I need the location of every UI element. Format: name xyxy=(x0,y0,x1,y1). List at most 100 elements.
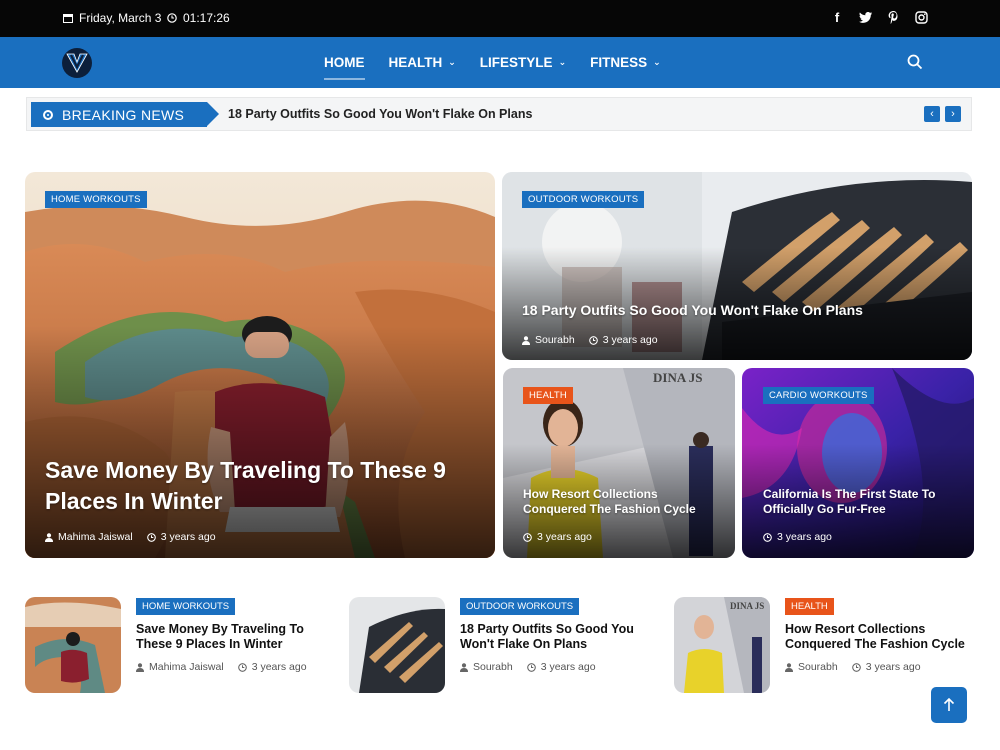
facebook-icon[interactable]: f xyxy=(830,10,844,25)
time-meta: 3 years ago xyxy=(146,531,216,543)
list-title[interactable]: 18 Party Outfits So Good You Won't Flake… xyxy=(460,622,660,652)
clock-icon xyxy=(763,532,772,542)
post-time: 3 years ago xyxy=(251,661,307,673)
author-name[interactable]: Mahima Jaiswal xyxy=(58,531,133,543)
top-bar: Friday, March 3 01:17:26 f xyxy=(0,0,1000,37)
author-meta: Mahima Jaiswal xyxy=(136,661,224,673)
category-badge[interactable]: HEALTH xyxy=(785,598,834,615)
clothes-rack-thumbnail xyxy=(349,597,445,693)
featured-bottom-right-card[interactable]: CARDIO WORKOUTS California Is The First … xyxy=(742,368,974,558)
chevron-down-icon: ⌄ xyxy=(448,57,456,67)
nav-item-label: HEALTH xyxy=(388,55,443,70)
nav-item-lifestyle[interactable]: LIFESTYLE ⌄ xyxy=(480,37,566,88)
category-badge[interactable]: OUTDOOR WORKOUTS xyxy=(460,598,580,615)
nav-item-fitness[interactable]: FITNESS ⌄ xyxy=(590,37,661,88)
runway-model-thumbnail: DINA JS xyxy=(674,597,770,693)
card-meta: 3 years ago xyxy=(763,531,832,543)
nav-item-label: HOME xyxy=(324,55,365,70)
post-time: 3 years ago xyxy=(540,661,596,673)
ticker-controls: ‹ › xyxy=(924,106,961,122)
date-display: Friday, March 3 xyxy=(63,11,161,25)
author-meta: Mahima Jaiswal xyxy=(45,531,133,543)
list-meta: Mahima Jaiswal 3 years ago xyxy=(136,661,307,673)
nav-item-health[interactable]: HEALTH ⌄ xyxy=(389,37,456,88)
category-badge[interactable]: HOME WORKOUTS xyxy=(45,191,147,208)
list-item: HOME WORKOUTS Save Money By Traveling To… xyxy=(25,597,335,693)
nav-item-home[interactable]: HOME xyxy=(324,37,365,88)
live-dot-icon xyxy=(43,109,53,120)
user-icon xyxy=(45,532,53,542)
nav-item-label: FITNESS xyxy=(590,55,648,70)
list-thumbnail[interactable]: DINA JS xyxy=(674,597,770,693)
post-time: 3 years ago xyxy=(160,531,216,543)
list-title[interactable]: Save Money By Traveling To These 9 Place… xyxy=(136,622,336,652)
card-title[interactable]: 18 Party Outfits So Good You Won't Flake… xyxy=(522,301,962,319)
author-name[interactable]: Sourabh xyxy=(798,661,838,673)
user-icon xyxy=(522,335,530,345)
featured-main-card[interactable]: HOME WORKOUTS Save Money By Traveling To… xyxy=(25,172,495,558)
author-meta: Sourabh xyxy=(460,661,513,673)
prev-arrow-icon[interactable]: ‹ xyxy=(924,106,940,122)
post-time: 3 years ago xyxy=(537,531,592,543)
card-title[interactable]: How Resort Collections Conquered The Fas… xyxy=(523,487,723,517)
time-meta: 3 years ago xyxy=(588,334,658,346)
card-meta: 3 years ago xyxy=(523,531,592,543)
user-icon xyxy=(136,662,144,672)
list-meta: Sourabh 3 years ago xyxy=(785,661,921,673)
clock-icon xyxy=(146,532,156,542)
time-meta: 3 years ago xyxy=(763,531,832,543)
featured-bottom-left-card[interactable]: DINA JS HEALTH How Resort Collections Co… xyxy=(503,368,735,558)
card-overlay xyxy=(25,326,495,558)
clock-icon xyxy=(237,662,247,672)
time-meta: 3 years ago xyxy=(526,661,596,673)
author-meta: Sourabh xyxy=(785,661,838,673)
breaking-headline[interactable]: 18 Party Outfits So Good You Won't Flake… xyxy=(228,107,532,121)
clock-icon xyxy=(523,532,532,542)
featured-top-right-card[interactable]: OUTDOOR WORKOUTS 18 Party Outfits So Goo… xyxy=(502,172,972,360)
list-title[interactable]: How Resort Collections Conquered The Fas… xyxy=(785,622,985,652)
category-badge[interactable]: CARDIO WORKOUTS xyxy=(763,387,874,404)
search-icon[interactable] xyxy=(906,53,924,71)
category-badge[interactable]: HEALTH xyxy=(523,387,573,404)
category-badge[interactable]: OUTDOOR WORKOUTS xyxy=(522,191,645,208)
list-item: DINA JS HEALTH How Resort Collections Co… xyxy=(674,597,984,693)
time-meta: 3 years ago xyxy=(237,661,307,673)
canyon-thumbnail xyxy=(25,597,121,693)
pinterest-icon[interactable] xyxy=(886,10,900,24)
arrow-up-icon xyxy=(943,698,955,711)
clock-icon xyxy=(526,662,536,672)
time-meta: 3 years ago xyxy=(851,661,921,673)
twitter-icon[interactable] xyxy=(858,10,872,24)
category-badge[interactable]: HOME WORKOUTS xyxy=(136,598,236,615)
list-item: OUTDOOR WORKOUTS 18 Party Outfits So Goo… xyxy=(349,597,659,693)
author-name[interactable]: Sourabh xyxy=(535,334,575,346)
calendar-icon xyxy=(63,14,73,23)
author-name[interactable]: Mahima Jaiswal xyxy=(149,661,224,673)
breaking-news-tag: BREAKING NEWS xyxy=(31,102,219,127)
user-icon xyxy=(460,662,468,672)
post-time: 3 years ago xyxy=(777,531,832,543)
author-name[interactable]: Sourabh xyxy=(473,661,513,673)
card-title[interactable]: Save Money By Traveling To These 9 Place… xyxy=(45,455,475,517)
social-links: f xyxy=(830,10,928,25)
user-icon xyxy=(785,662,793,672)
site-logo[interactable] xyxy=(62,48,92,78)
post-time: 3 years ago xyxy=(602,334,658,346)
chevron-down-icon: ⌄ xyxy=(558,57,567,67)
card-meta: Sourabh 3 years ago xyxy=(522,334,658,346)
time-text: 01:17:26 xyxy=(183,11,230,25)
list-thumbnail[interactable] xyxy=(349,597,445,693)
instagram-icon[interactable] xyxy=(914,10,928,24)
breaking-news-bar: BREAKING NEWS 18 Party Outfits So Good Y… xyxy=(26,97,972,131)
clock-icon xyxy=(588,335,598,345)
list-thumbnail[interactable] xyxy=(25,597,121,693)
breaking-news-label: BREAKING NEWS xyxy=(62,106,185,123)
clock-icon xyxy=(851,662,861,672)
date-text: Friday, March 3 xyxy=(79,11,162,25)
time-display: 01:17:26 xyxy=(167,11,230,25)
back-to-top-button[interactable] xyxy=(931,687,967,723)
nav-menu: HOME HEALTH ⌄ LIFESTYLE ⌄ FITNESS ⌄ xyxy=(324,37,661,88)
card-title[interactable]: California Is The First State To Officia… xyxy=(763,487,963,517)
next-arrow-icon[interactable]: › xyxy=(945,106,961,122)
list-meta: Sourabh 3 years ago xyxy=(460,661,596,673)
